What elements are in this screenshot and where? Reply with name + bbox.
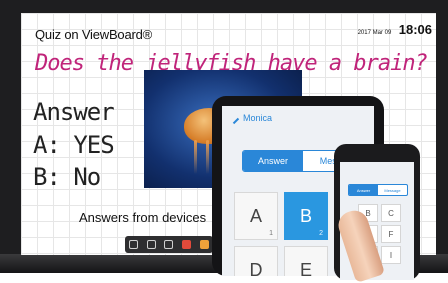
option-count: 1 [269,230,273,237]
record-icon[interactable] [182,240,192,249]
option-letter: B [299,205,312,226]
jellyfish-tentacle [194,140,197,174]
bottom-toolbar [125,236,213,253]
answer-option-d[interactable]: D [234,246,278,276]
answer-option-e[interactable]: E [284,246,328,276]
time-label: 18:06 [398,22,432,37]
option-letter: E [299,259,312,277]
answers-caption: Answers from devices [79,210,207,225]
handwritten-option-b: B: No [33,163,101,191]
quiz-title: Quiz on ViewBoard® [35,27,153,42]
phone-option[interactable]: F [381,225,401,243]
phone-tab-answer[interactable]: Answer [349,185,378,195]
user-name: Monica [243,113,273,123]
clock: 2017 Mar 09 18:06 [358,21,432,39]
tablet-header: Monica [222,106,374,130]
answer-option-b[interactable]: B 2 [284,192,328,240]
phone-tab-message[interactable]: Message [378,185,407,195]
option-letter: D [249,259,263,277]
grid-icon[interactable] [164,240,174,249]
quiz-icon[interactable] [199,240,209,249]
home-icon[interactable] [129,240,139,249]
phone-option[interactable]: I [381,246,401,264]
answer-option-a[interactable]: A 1 [234,192,278,240]
date-label: 2017 Mar 09 [357,30,392,36]
tab-answer[interactable]: Answer [243,151,303,171]
handwritten-option-a: A: YES [33,131,115,159]
answer-grid: A 1 B 2 D E [234,192,328,276]
pencil-icon[interactable] [227,112,240,124]
jellyfish-tentacle [206,140,209,174]
save-icon[interactable] [146,240,156,249]
phone-tab-bar: Answer Message [348,184,408,196]
option-count: 2 [319,230,323,237]
phone-option[interactable]: C [381,204,401,222]
handwritten-answer-heading: Answer [33,98,115,126]
option-letter: A [249,205,262,226]
